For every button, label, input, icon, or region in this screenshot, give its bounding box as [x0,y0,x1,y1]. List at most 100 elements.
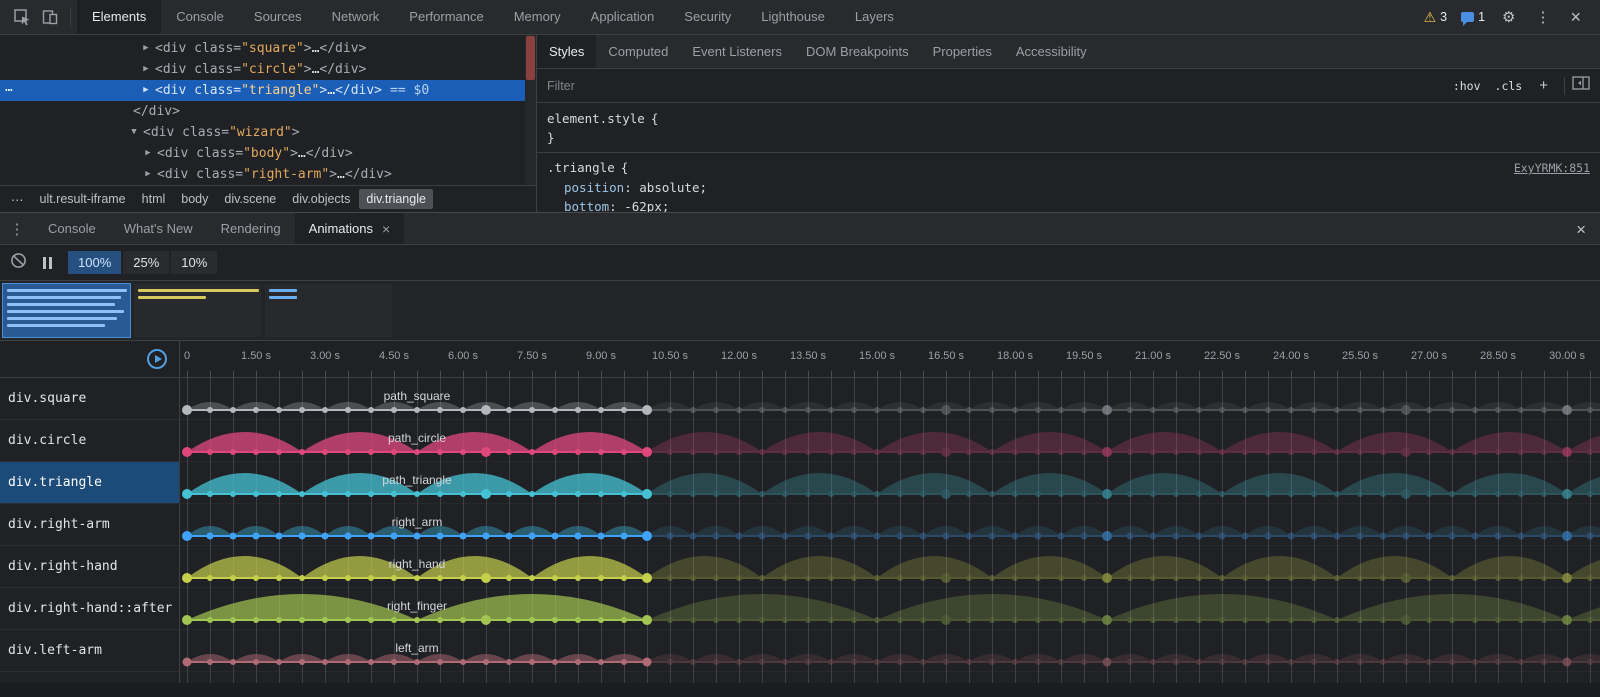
style-property-position[interactable]: position: absolute; [547,178,1590,197]
toggle-sidebar-icon[interactable] [1572,76,1590,95]
styles-tab-event-listeners[interactable]: Event Listeners [680,35,794,68]
tree-expanded-arrow-icon[interactable]: ▼ [128,122,140,143]
ruler-ticks [180,371,1600,377]
animation-track-right-arm[interactable]: right_arm [180,504,1600,546]
drawer-tab-console[interactable]: Console [34,213,110,244]
tree-collapsed-arrow-icon[interactable]: ▶ [142,164,154,185]
playback-rate-100[interactable]: 100% [68,251,121,274]
element-label-div-right-arm[interactable]: div.right-arm [0,504,180,546]
animation-track-right-finger[interactable]: right_finger [180,588,1600,630]
breadcrumb-item-div-scene[interactable]: div.scene [217,189,283,209]
close-drawer-icon[interactable]: × [1568,213,1594,246]
timeline-ruler[interactable]: 01.50 s3.00 s4.50 s6.00 s7.50 s9.00 s10.… [180,341,1600,377]
clear-all-icon[interactable] [10,252,27,274]
breadcrumb-item-[interactable]: ⋯ [4,189,31,210]
toggle-class-button[interactable]: .cls [1489,76,1529,96]
main-tab-performance[interactable]: Performance [394,0,498,34]
replay-timeline-icon[interactable] [146,348,168,370]
main-tab-layers[interactable]: Layers [840,0,909,34]
styles-filter-input[interactable] [547,79,767,93]
toolbar-divider [1564,77,1565,95]
styles-tab-accessibility[interactable]: Accessibility [1004,35,1099,68]
pause-all-icon[interactable] [43,257,52,269]
stylesheet-source-link[interactable]: ExyYRMK:851 [1514,159,1590,178]
timeline-track-area: div.squarepath_squarediv.circle path_circ… [0,378,1600,683]
animation-group-3[interactable] [265,284,392,337]
settings-gear-icon[interactable]: ⚙ [1495,0,1522,35]
main-tab-security[interactable]: Security [669,0,746,34]
device-toolbar-icon[interactable] [36,3,64,31]
element-label-div-right-hand[interactable]: div.right-hand [0,546,180,588]
main-tab-sources[interactable]: Sources [239,0,317,34]
timeline-header: 01.50 s3.00 s4.50 s6.00 s7.50 s9.00 s10.… [0,341,1600,378]
styles-tab-dom-breakpoints[interactable]: DOM Breakpoints [794,35,921,68]
horizontal-scrollbar-area[interactable] [0,683,1600,697]
drawer-tab-animations[interactable]: Animations× [295,213,405,244]
tree-collapsed-arrow-icon[interactable]: ▶ [140,80,152,101]
dom-tree-row[interactable]: ▶<div class="square">…</div> [0,38,536,59]
dom-tree-row[interactable]: ▼<div class="wizard"> [0,122,536,143]
animation-track-path-circle[interactable]: path_circle [180,420,1600,462]
style-property-bottom[interactable]: bottom: -62px; [547,197,1590,212]
playback-rate-25[interactable]: 25% [123,251,169,274]
dom-tree-row[interactable]: ⋯▶<div class="triangle">…</div>== $0 [0,80,536,101]
more-options-icon[interactable]: ⋮ [1528,0,1557,35]
animation-track-left-arm[interactable]: left_arm [180,630,1600,672]
animation-track-right-hand[interactable]: right_hand [180,546,1600,588]
main-tab-elements[interactable]: Elements [77,0,161,34]
tree-collapsed-arrow-icon[interactable]: ▶ [140,59,152,80]
track-row-div-left-arm: div.left-armleft_arm [0,630,1600,672]
tree-collapsed-arrow-icon[interactable]: ▶ [140,38,152,59]
element-label-div-triangle[interactable]: div.triangle [0,462,180,504]
tree-collapsed-arrow-icon[interactable]: ▶ [142,143,154,164]
scrollbar-thumb[interactable] [526,36,535,80]
dom-tree-row[interactable]: ▶<div class="right-arm">…</div> [0,164,536,185]
rule-selector[interactable]: .triangle{ [547,158,628,177]
drawer-tab-rendering[interactable]: Rendering [207,213,295,244]
main-tab-application[interactable]: Application [576,0,670,34]
breadcrumb-item-ult-result-iframe[interactable]: ult.result-iframe [33,189,133,209]
animation-name-label: path_circle [388,431,446,445]
close-devtools-icon[interactable]: × [1563,0,1588,35]
playback-rate-10[interactable]: 10% [171,251,217,274]
group-preview-line [7,289,127,292]
animation-track-path-square[interactable]: path_square [180,378,1600,420]
drawer-menu-icon[interactable]: ⋮ [0,213,34,244]
main-tab-console[interactable]: Console [161,0,239,34]
breadcrumb-item-div-objects[interactable]: div.objects [285,189,357,209]
element-label-div-square[interactable]: div.square [0,378,180,420]
element-label-div-circle[interactable]: div.circle [0,420,180,462]
styles-tab-styles[interactable]: Styles [537,35,596,68]
main-tab-lighthouse[interactable]: Lighthouse [746,0,840,34]
element-label-div-right-hand-after[interactable]: div.right-hand::after [0,588,180,630]
styles-tab-computed[interactable]: Computed [596,35,680,68]
triangle-rule-header: .triangle{ ExyYRMK:851 [547,158,1590,178]
dom-tree-row[interactable]: ▶<div class="body">…</div> [0,143,536,164]
animations-tab-close-icon[interactable]: × [382,221,390,237]
main-tabs: ElementsConsoleSourcesNetworkPerformance… [77,0,909,34]
animation-group-1[interactable] [3,284,130,337]
breadcrumb-item-html[interactable]: html [135,189,173,209]
dom-tree-scrollbar[interactable] [525,35,536,185]
animation-group-2[interactable] [134,284,261,337]
main-tab-network[interactable]: Network [317,0,395,34]
inline-style-rule[interactable]: element.style{ [547,109,1590,128]
styles-tab-properties[interactable]: Properties [921,35,1004,68]
element-label-div-left-arm[interactable]: div.left-arm [0,630,180,672]
inspect-element-icon[interactable] [8,3,36,31]
message-bubble-icon [1461,12,1474,22]
animation-track-path-triangle[interactable]: path_triangle [180,462,1600,504]
breadcrumb-item-body[interactable]: body [174,189,215,209]
warnings-badge[interactable]: ⚠ 3 [1420,10,1452,24]
messages-badge[interactable]: 1 [1457,10,1489,24]
ruler-label: 16.50 s [928,350,964,362]
drawer-tab-what-s-new[interactable]: What's New [110,213,207,244]
track-rows: div.squarepath_squarediv.circle path_circ… [0,378,1600,672]
new-style-rule-icon[interactable]: + [1530,77,1557,94]
breadcrumb-item-div-triangle[interactable]: div.triangle [359,189,433,209]
toggle-pseudo-state-button[interactable]: :hov [1447,76,1487,96]
main-tab-memory[interactable]: Memory [499,0,576,34]
dom-tree-row[interactable]: </div> [0,101,536,122]
track-keyframes-canvas[interactable] [180,630,1600,672]
dom-tree-row[interactable]: ▶<div class="circle">…</div> [0,59,536,80]
